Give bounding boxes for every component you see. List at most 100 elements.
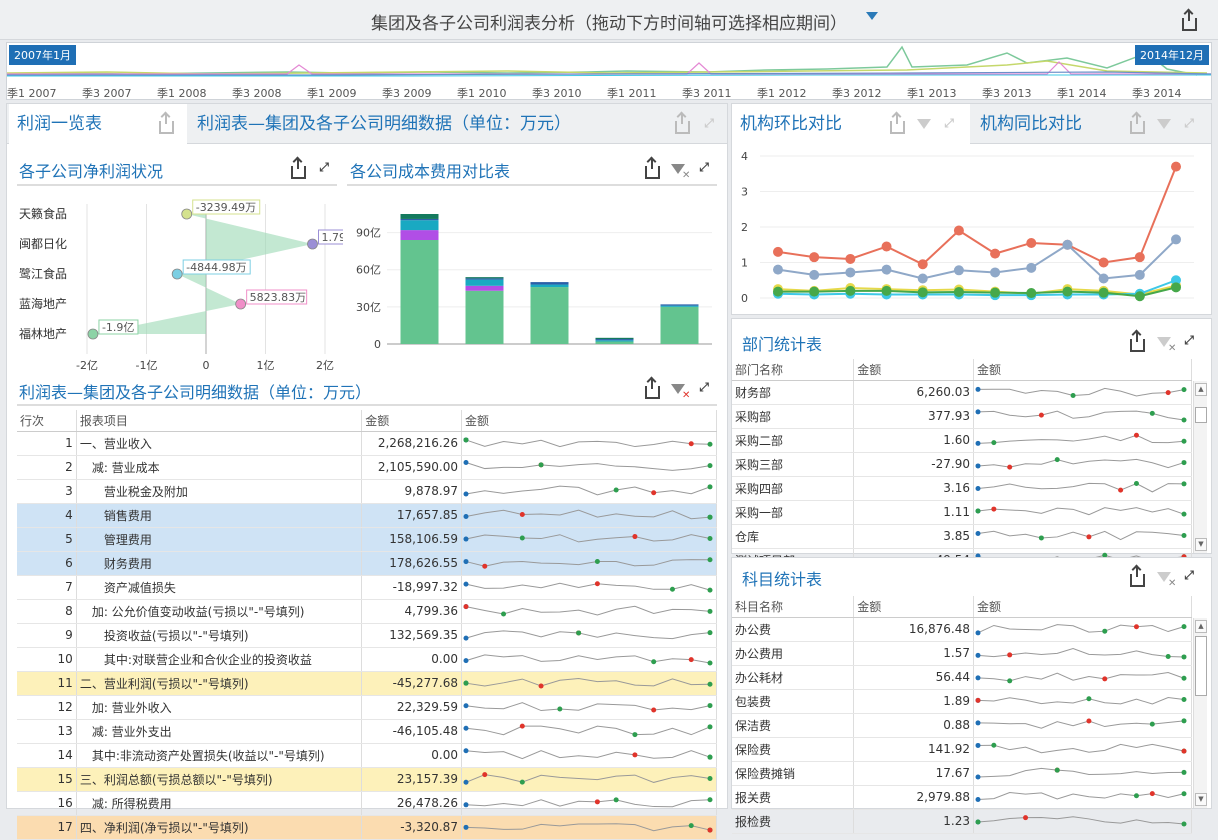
row-item: 财务费用: [76, 551, 363, 576]
tab-mom-compare[interactable]: 机构环比对比: [732, 104, 970, 145]
table-row[interactable]: 2 减: 营业成本 2,105,590.00: [17, 455, 718, 480]
table-row[interactable]: 17 四、净利润(净亏损以"-"号填列) -3,320.87: [17, 815, 718, 840]
row-amount: 4,799.36: [361, 599, 462, 624]
tab-yoy-compare[interactable]: 机构同比对比: [972, 104, 1090, 144]
table-row[interactable]: 13 减: 营业外支出 -46,105.48: [17, 719, 718, 744]
data-label: -4844.98万: [186, 261, 246, 274]
table-row[interactable]: 14 其中:非流动资产处置损失(收益以"-"号填列) 0.00: [17, 743, 718, 768]
table-row[interactable]: 办公费用 1.57: [732, 641, 1193, 666]
col-header-amount[interactable]: 金额: [853, 596, 974, 618]
sparkline-start: [463, 657, 469, 663]
table-row[interactable]: 8 加: 公允价值变动收益(亏损以"-"号填列) 4,799.36: [17, 599, 718, 624]
col-header-item[interactable]: 报表项目: [76, 410, 363, 432]
sparkline-low: [632, 751, 638, 757]
expand-icon[interactable]: ⤢: [702, 116, 716, 130]
row-amount: 141.92: [853, 737, 974, 762]
export-icon[interactable]: [645, 379, 660, 399]
export-icon[interactable]: [1130, 114, 1145, 134]
table-row[interactable]: 3 营业税金及附加 9,878.97: [17, 479, 718, 504]
col-header-subject[interactable]: 科目名称: [732, 596, 855, 618]
expand-icon[interactable]: ⤢: [1182, 568, 1196, 582]
expand-icon[interactable]: ⤢: [697, 380, 711, 394]
table-row[interactable]: 6 财务费用 178,626.55: [17, 551, 718, 576]
subject-scrollbar[interactable]: ▲ ▼: [1193, 618, 1207, 808]
table-row[interactable]: 采购四部 3.16: [732, 476, 1193, 501]
table-row[interactable]: 10 其中:对联营企业和合伙企业的投资收益 0.00: [17, 647, 718, 672]
expand-icon[interactable]: ⤢: [1182, 116, 1196, 130]
time-axis-slider[interactable]: 2007年1月 2014年12月 季1 2007 季3 2007 季1 2008…: [6, 42, 1212, 100]
tab-profit-detail[interactable]: 利润表—集团及各子公司明细数据（单位：万元）: [189, 104, 579, 144]
col-header-trend[interactable]: 金额: [461, 410, 718, 432]
export-icon[interactable]: [645, 159, 660, 179]
sparkline: [463, 459, 713, 471]
scroll-down-button[interactable]: ▼: [1195, 538, 1207, 551]
table-row[interactable]: 9 投资收益(亏损以"-"号填列) 132,569.35: [17, 623, 718, 648]
export-icon[interactable]: [291, 159, 306, 179]
table-row[interactable]: 11 二、营业利润(亏损以"-"号填列) -45,277.68: [17, 671, 718, 696]
expand-icon[interactable]: ⤢: [697, 160, 711, 174]
dept-scrollbar[interactable]: ▲ ▼: [1193, 381, 1207, 553]
col-header-trend[interactable]: 金额: [973, 359, 1193, 381]
scroll-thumb[interactable]: [1195, 636, 1207, 696]
export-icon[interactable]: [890, 114, 905, 134]
table-row[interactable]: 采购三部 -27.90: [732, 452, 1193, 477]
sparkline-high: [1054, 767, 1060, 773]
col-header-trend[interactable]: 金额: [973, 596, 1193, 618]
table-row[interactable]: 报检费 1.23: [732, 809, 1193, 834]
row-amount: 2,268,216.26: [361, 431, 462, 456]
col-header-row-no[interactable]: 行次: [17, 410, 77, 432]
scroll-down-button[interactable]: ▼: [1195, 793, 1207, 806]
table-row[interactable]: 保险费摊销 17.67: [732, 761, 1193, 786]
table-row[interactable]: 报关费 2,979.88: [732, 785, 1193, 810]
row-number: 6: [17, 551, 77, 576]
filter-clear-icon[interactable]: [1157, 119, 1171, 129]
table-row[interactable]: 办公费 16,876.48: [732, 617, 1193, 642]
table-row[interactable]: 7 资产减值损失 -18,997.32: [17, 575, 718, 600]
category-label: 天籁食品: [19, 206, 67, 221]
sparkline-high: [594, 558, 600, 564]
series-point: [845, 267, 856, 278]
export-icon[interactable]: [159, 114, 174, 134]
table-row[interactable]: 15 三、利润总额(亏损总额以"-"号填列) 23,157.39: [17, 767, 718, 792]
sparkline-start: [463, 824, 469, 830]
export-icon[interactable]: [675, 114, 690, 134]
table-row[interactable]: 采购部 377.93: [732, 404, 1193, 429]
table-row[interactable]: 办公耗材 56.44: [732, 665, 1193, 690]
table-row[interactable]: 财务部 6,260.03: [732, 380, 1193, 405]
scroll-up-button[interactable]: ▲: [1195, 383, 1207, 396]
table-row[interactable]: 包装费 1.89: [732, 689, 1193, 714]
filter-clear-icon[interactable]: ✕: [671, 164, 690, 181]
row-number: 16: [17, 791, 77, 816]
table-row[interactable]: 仓库 3.85: [732, 524, 1193, 549]
expand-icon[interactable]: ⤢: [942, 116, 956, 130]
filter-clear-icon[interactable]: ✕: [1157, 572, 1176, 589]
export-icon[interactable]: [1130, 332, 1145, 352]
table-row[interactable]: 1 一、营业收入 2,268,216.26: [17, 431, 718, 456]
data-point: [171, 268, 183, 280]
mom-line-chart: 0 1 2 3 4: [741, 150, 1194, 305]
table-row[interactable]: 采购二部 1.60: [732, 428, 1193, 453]
table-row[interactable]: 保险费 141.92: [732, 737, 1193, 762]
filter-clear-icon[interactable]: ✕: [1157, 337, 1176, 354]
table-row[interactable]: 16 减: 所得税费用 26,478.26: [17, 791, 718, 816]
col-header-amount[interactable]: 金额: [361, 410, 462, 432]
table-row[interactable]: 5 管理费用 158,106.59: [17, 527, 718, 552]
scroll-thumb[interactable]: [1195, 407, 1207, 423]
table-row[interactable]: 4 销售费用 17,657.85: [17, 503, 718, 528]
filter-clear-icon[interactable]: [917, 119, 931, 129]
col-header-amount[interactable]: 金额: [853, 359, 974, 381]
expand-icon[interactable]: ⤢: [1182, 333, 1196, 347]
export-icon[interactable]: [1182, 11, 1197, 31]
table-row[interactable]: 12 加: 营业外收入 22,329.59: [17, 695, 718, 720]
col-header-dept[interactable]: 部门名称: [732, 359, 855, 381]
expand-icon[interactable]: ⤢: [317, 160, 331, 174]
export-icon[interactable]: [1130, 567, 1145, 587]
table-row[interactable]: 保洁费 0.88: [732, 713, 1193, 738]
table-row[interactable]: 采购一部 1.11: [732, 500, 1193, 525]
scroll-up-button[interactable]: ▲: [1195, 620, 1207, 633]
sparkline-line: [977, 530, 1185, 540]
timeline-end-label[interactable]: 2014年12月: [1135, 45, 1209, 65]
timeline-start-label[interactable]: 2007年1月: [9, 45, 76, 65]
filter-clear-icon[interactable]: ✕: [671, 384, 690, 401]
filter-icon[interactable]: [866, 12, 878, 20]
